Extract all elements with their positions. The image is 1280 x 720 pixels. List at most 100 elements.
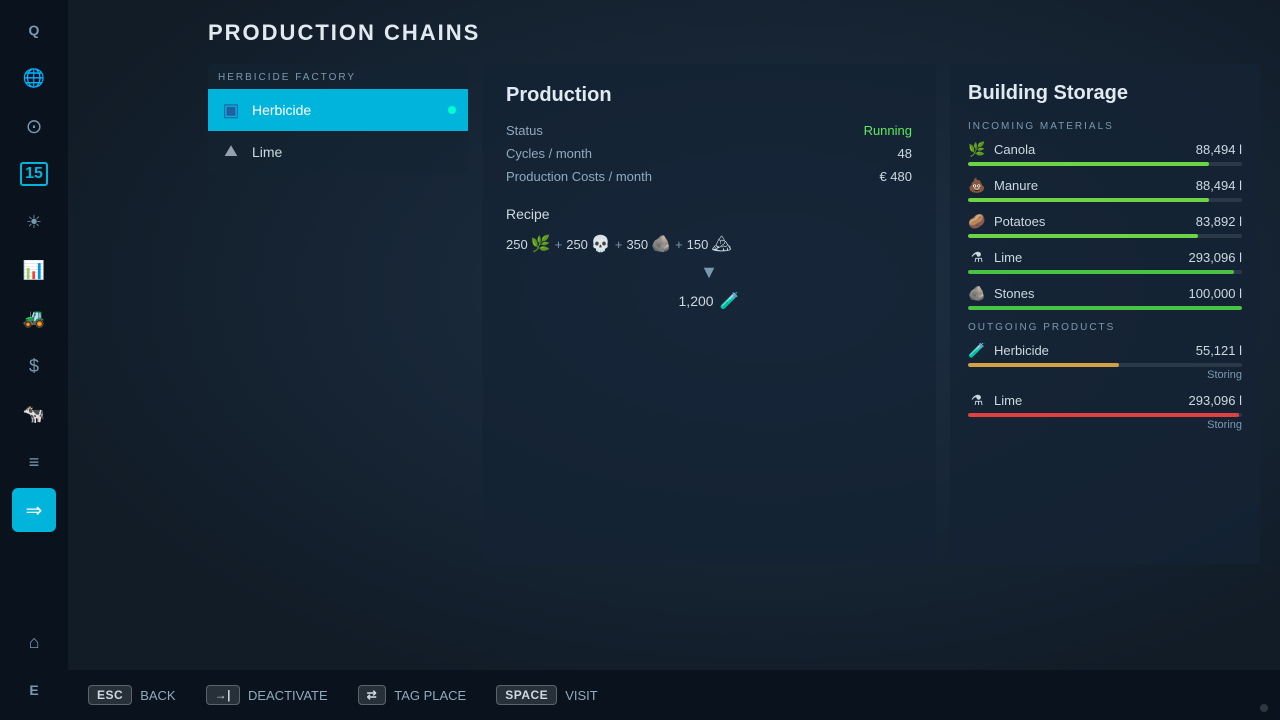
manure-label: Manure xyxy=(994,178,1038,193)
lime-out-bar-bg xyxy=(968,413,1242,417)
page-title: PRODUCTION CHAINS xyxy=(208,20,1260,46)
wheel-icon: ⊙ xyxy=(26,114,43,139)
storage-stones-header: 🪨 Stones 100,000 l xyxy=(968,284,1242,302)
panel-right: Building Storage INCOMING MATERIALS 🌿 Ca… xyxy=(950,64,1260,564)
ingredient-amount-3: 150 xyxy=(687,237,709,252)
sidebar-item-production[interactable]: ⇒ xyxy=(12,488,56,532)
herb-out-bar-fill xyxy=(968,363,1119,367)
storage-potatoes-header: 🥔 Potatoes 83,892 l xyxy=(968,212,1242,230)
chain-item-herbicide[interactable]: ▣ Herbicide xyxy=(208,89,468,131)
potatoes-icon: 🥔 xyxy=(968,212,986,230)
main-content: PRODUCTION CHAINS HERBICIDE FACTORY ▣ He… xyxy=(68,0,1280,720)
sidebar-item-calendar[interactable]: 15 xyxy=(12,152,56,196)
action-tagplace[interactable]: ⇄ TAG PLACE xyxy=(358,685,467,705)
animal-icon: 🐄 xyxy=(23,404,45,425)
sidebar-item-chart[interactable]: 📊 xyxy=(12,248,56,292)
corner-dot xyxy=(1260,704,1268,712)
potatoes-name: 🥔 Potatoes xyxy=(968,212,1045,230)
herb-out-status: Storing xyxy=(968,369,1242,381)
storage-lime-incoming: ⚗ Lime 293,096 l xyxy=(968,248,1242,274)
sidebar-item-animal[interactable]: 🐄 xyxy=(12,392,56,436)
ingredient-icon-2: 🪨 xyxy=(651,234,671,254)
globe-icon: 🌐 xyxy=(23,68,45,89)
recipe-label: Recipe xyxy=(506,206,912,222)
sidebar-item-tractor[interactable]: 🚜 xyxy=(12,296,56,340)
sidebar-item-mission[interactable]: ⌂ xyxy=(12,620,56,664)
cycles-value: 48 xyxy=(898,146,912,161)
lime-out-label: Lime xyxy=(994,393,1022,408)
lime-in-bar-fill xyxy=(968,270,1234,274)
plus-0: + xyxy=(555,237,563,252)
storage-potatoes: 🥔 Potatoes 83,892 l xyxy=(968,212,1242,238)
storage-canola-header: 🌿 Canola 88,494 l xyxy=(968,140,1242,158)
ingredient-amount-1: 250 xyxy=(566,237,588,252)
lime-in-icon: ⚗ xyxy=(968,248,986,266)
output-icon: 🧪 xyxy=(720,291,740,311)
lime-out-bar-fill xyxy=(968,413,1239,417)
e-icon: E xyxy=(29,682,38,698)
factory-label: HERBICIDE FACTORY xyxy=(208,64,468,89)
ingredient-icon-0: 🌿 xyxy=(531,234,551,254)
status-value: Running xyxy=(864,123,912,138)
manure-amount: 88,494 l xyxy=(1196,178,1242,193)
canola-icon: 🌿 xyxy=(968,140,986,158)
cycles-row: Cycles / month 48 xyxy=(506,146,912,161)
herb-out-bar-bg xyxy=(968,363,1242,367)
herb-out-icon: 🧪 xyxy=(968,341,986,359)
recipe-output: 1,200 🧪 xyxy=(506,291,912,311)
panel-mid: Production Status Running Cycles / month… xyxy=(482,64,936,564)
stones-name: 🪨 Stones xyxy=(968,284,1034,302)
stones-icon: 🪨 xyxy=(968,284,986,302)
manure-bar-fill xyxy=(968,198,1209,202)
potatoes-bar-fill xyxy=(968,234,1198,238)
costs-label: Production Costs / month xyxy=(506,169,652,184)
tagplace-label: TAG PLACE xyxy=(394,688,466,703)
ingredient-icon-1: 💀 xyxy=(591,234,611,254)
potatoes-label: Potatoes xyxy=(994,214,1045,229)
stones-label: Stones xyxy=(994,286,1034,301)
storage-lime-in-header: ⚗ Lime 293,096 l xyxy=(968,248,1242,266)
herb-out-amount: 55,121 l xyxy=(1196,343,1242,358)
outgoing-label: OUTGOING PRODUCTS xyxy=(968,322,1242,333)
bottom-bar: ESC BACK →| DEACTIVATE ⇄ TAG PLACE SPACE… xyxy=(68,670,1280,720)
action-deactivate[interactable]: →| DEACTIVATE xyxy=(206,685,328,705)
chain-item-lime[interactable]: ⛰ Lime xyxy=(208,131,468,173)
storage-lime-out-header: ⚗ Lime 293,096 l xyxy=(968,391,1242,409)
sidebar-item-e[interactable]: E xyxy=(12,668,56,712)
storage-herb-out-header: 🧪 Herbicide 55,121 l xyxy=(968,341,1242,359)
lime-out-name: ⚗ Lime xyxy=(968,391,1022,409)
arrow-icon: ▼ xyxy=(700,262,718,283)
chart-icon: 📊 xyxy=(23,260,45,281)
deactivate-label: DEACTIVATE xyxy=(248,688,328,703)
lime-out-status: Storing xyxy=(968,419,1242,431)
incoming-label: INCOMING MATERIALS xyxy=(968,121,1242,132)
action-back[interactable]: ESC BACK xyxy=(88,685,176,705)
sidebar: Q 🌐 ⊙ 15 ☀ 📊 🚜 $ 🐄 ≡ ⇒ ⌂ E xyxy=(0,0,68,720)
storage-manure: 💩 Manure 88,494 l xyxy=(968,176,1242,202)
herb-out-label: Herbicide xyxy=(994,343,1049,358)
storage-stones: 🪨 Stones 100,000 l xyxy=(968,284,1242,310)
potatoes-bar-bg xyxy=(968,234,1242,238)
recipe-arrow: ▼ xyxy=(506,262,912,283)
back-label: BACK xyxy=(140,688,175,703)
notes-icon: ≡ xyxy=(29,452,40,473)
storage-title: Building Storage xyxy=(968,82,1242,105)
sidebar-item-q[interactable]: Q xyxy=(12,8,56,52)
sidebar-item-sun[interactable]: ☀ xyxy=(12,200,56,244)
canola-bar-bg xyxy=(968,162,1242,166)
lime-chain-label: Lime xyxy=(252,144,282,160)
plus-2: + xyxy=(675,237,683,252)
cycles-label: Cycles / month xyxy=(506,146,592,161)
ingredient-1: 250 💀 xyxy=(566,234,611,254)
sidebar-item-globe[interactable]: 🌐 xyxy=(12,56,56,100)
lime-chain-icon: ⛰ xyxy=(220,141,242,163)
lime-in-amount: 293,096 l xyxy=(1189,250,1243,265)
canola-name: 🌿 Canola xyxy=(968,140,1035,158)
sidebar-item-wheel[interactable]: ⊙ xyxy=(12,104,56,148)
sidebar-item-coin[interactable]: $ xyxy=(12,344,56,388)
sidebar-item-notes[interactable]: ≡ xyxy=(12,440,56,484)
output-amount: 1,200 xyxy=(679,293,714,309)
sun-icon: ☀ xyxy=(26,212,42,233)
action-visit[interactable]: SPACE VISIT xyxy=(496,685,597,705)
lime-out-amount: 293,096 l xyxy=(1189,393,1243,408)
